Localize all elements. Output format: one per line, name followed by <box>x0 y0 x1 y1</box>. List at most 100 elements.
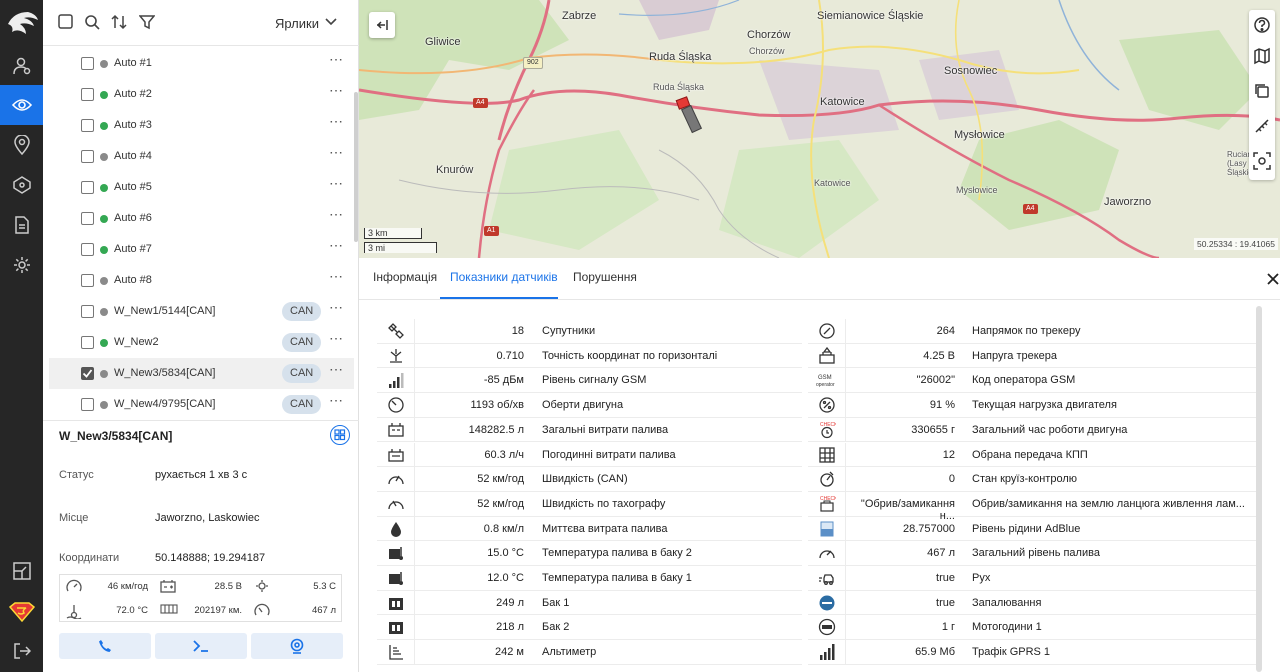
district-label: Ruda Śląska <box>653 82 705 92</box>
object-checkbox[interactable] <box>81 367 94 380</box>
copy-icon[interactable] <box>1253 82 1271 100</box>
object-row[interactable]: W_New2 CAN ⋯ <box>49 327 354 358</box>
monitoring-eye-icon[interactable] <box>0 85 43 125</box>
filter-icon[interactable] <box>138 14 156 33</box>
labels-select[interactable]: Ярлики <box>275 16 319 31</box>
fit-bounds-icon[interactable] <box>1253 152 1271 170</box>
command-button[interactable] <box>155 633 247 659</box>
help-icon[interactable] <box>1253 16 1271 34</box>
map-view[interactable]: Zabrze Siemianowice Śląskie Gliwice Chor… <box>359 0 1280 258</box>
object-row[interactable]: Auto #3 ⋯ <box>49 110 354 141</box>
quick-stat-value: 72.0 °C <box>116 605 148 616</box>
tab-info[interactable]: Інформація <box>373 270 437 284</box>
sensor-name: Рівень рідини AdBlue <box>972 522 1081 535</box>
logout-icon[interactable] <box>0 631 43 671</box>
object-checkbox[interactable] <box>81 181 94 194</box>
object-row[interactable]: W_New1/5144[CAN] CAN ⋯ <box>49 296 354 327</box>
odometer-icon <box>160 603 178 617</box>
layout-icon[interactable] <box>0 551 43 591</box>
sensor-row: 148282.5 л Загальні витрати палива <box>377 417 802 443</box>
call-button[interactable] <box>59 633 151 659</box>
check-engine-icon: CHECK <box>808 491 846 516</box>
geofence-pin-icon[interactable] <box>0 125 43 165</box>
tank-icon <box>377 615 415 640</box>
sensor-name: Супутники <box>542 325 596 337</box>
routes-icon[interactable] <box>0 165 43 205</box>
sensor-name: Альтиметр <box>542 646 597 659</box>
map-layers-icon[interactable] <box>1253 47 1271 65</box>
tab-sensors[interactable]: Показники датчиків <box>450 270 558 284</box>
superman-avatar-icon[interactable] <box>0 592 43 632</box>
settings-gear-icon[interactable] <box>0 245 43 285</box>
sensor-value: 91 % <box>929 399 955 412</box>
object-checkbox[interactable] <box>81 119 94 132</box>
object-row[interactable]: Auto #5 ⋯ <box>49 172 354 203</box>
object-row[interactable]: Auto #2 ⋯ <box>49 79 354 110</box>
more-options-icon[interactable]: ⋯ <box>329 299 343 316</box>
sensor-value: 18 <box>511 325 524 337</box>
select-all-checkbox[interactable] <box>58 14 73 32</box>
more-options-icon[interactable]: ⋯ <box>329 144 343 161</box>
sensor-row: 264 Напрямок по трекеру <box>808 319 1257 344</box>
road-shield: A1 <box>484 226 499 236</box>
more-options-icon[interactable]: ⋯ <box>329 206 343 223</box>
media-button[interactable] <box>251 633 343 659</box>
more-options-icon[interactable]: ⋯ <box>329 361 343 378</box>
object-checkbox[interactable] <box>81 150 94 163</box>
object-row[interactable]: Auto #4 ⋯ <box>49 141 354 172</box>
object-checkbox[interactable] <box>81 274 94 287</box>
object-row[interactable]: Auto #6 ⋯ <box>49 203 354 234</box>
object-checkbox[interactable] <box>81 305 94 318</box>
object-name: Auto #7 <box>114 243 152 255</box>
sensor-value: 218 л <box>496 621 524 634</box>
sensor-value: 148282.5 л <box>468 423 524 436</box>
sort-icon[interactable] <box>111 14 127 33</box>
gear-grid-icon <box>808 442 846 467</box>
city-label: Katowice <box>820 96 865 108</box>
tacho-gauge-icon <box>377 491 415 516</box>
sensor-row: 18 Супутники <box>377 319 802 344</box>
more-options-icon[interactable]: ⋯ <box>329 175 343 192</box>
users-icon[interactable] <box>0 46 43 86</box>
object-checkbox[interactable] <box>81 57 94 70</box>
more-options-icon[interactable]: ⋯ <box>329 237 343 254</box>
object-checkbox[interactable] <box>81 336 94 349</box>
object-name: Auto #8 <box>114 274 152 286</box>
close-icon[interactable] <box>1267 272 1279 290</box>
object-row[interactable]: Auto #8 ⋯ <box>49 265 354 296</box>
object-checkbox[interactable] <box>81 212 94 225</box>
sensor-name: Мотогодини 1 <box>972 621 1042 634</box>
object-checkbox[interactable] <box>81 398 94 411</box>
object-row[interactable]: Auto #7 ⋯ <box>49 234 354 265</box>
quick-stat: 72.0 °C <box>60 599 154 623</box>
object-checkbox[interactable] <box>81 88 94 101</box>
reports-icon[interactable] <box>0 205 43 245</box>
tab-violations[interactable]: Порушення <box>573 270 637 284</box>
satellite-icon <box>377 319 415 343</box>
list-scrollbar[interactable] <box>354 92 358 242</box>
more-options-icon[interactable]: ⋯ <box>329 392 343 409</box>
collapse-panel-button[interactable] <box>369 12 395 38</box>
chevron-down-icon[interactable] <box>325 16 337 30</box>
more-options-icon[interactable]: ⋯ <box>329 113 343 130</box>
fuel-temp-icon <box>377 566 415 590</box>
sensor-row: 12.0 °C Температура палива в баку 1 <box>377 566 802 591</box>
motion-icon <box>808 566 846 590</box>
object-row[interactable]: W_New4/9795[CAN] CAN ⋯ <box>49 389 354 418</box>
search-icon[interactable] <box>84 14 100 33</box>
object-row[interactable]: W_New3/5834[CAN] CAN ⋯ <box>49 358 354 389</box>
district-label: Katowice <box>814 178 851 188</box>
ruler-icon[interactable] <box>1253 117 1271 135</box>
sensor-row: 12 Обрана передача КПП <box>808 442 1257 468</box>
more-options-icon[interactable]: ⋯ <box>329 82 343 99</box>
fuel-total-icon <box>377 417 415 442</box>
object-row[interactable]: Auto #1 ⋯ <box>49 48 354 79</box>
road-shield: 902 <box>523 57 543 69</box>
more-options-icon[interactable]: ⋯ <box>329 268 343 285</box>
more-options-icon[interactable]: ⋯ <box>329 51 343 68</box>
widgets-grid-icon[interactable] <box>330 425 350 445</box>
more-options-icon[interactable]: ⋯ <box>329 330 343 347</box>
sensors-scrollbar[interactable] <box>1256 306 1262 672</box>
object-checkbox[interactable] <box>81 243 94 256</box>
sensor-name: Обрив/замикання на землю ланцюга живленн… <box>972 497 1245 510</box>
